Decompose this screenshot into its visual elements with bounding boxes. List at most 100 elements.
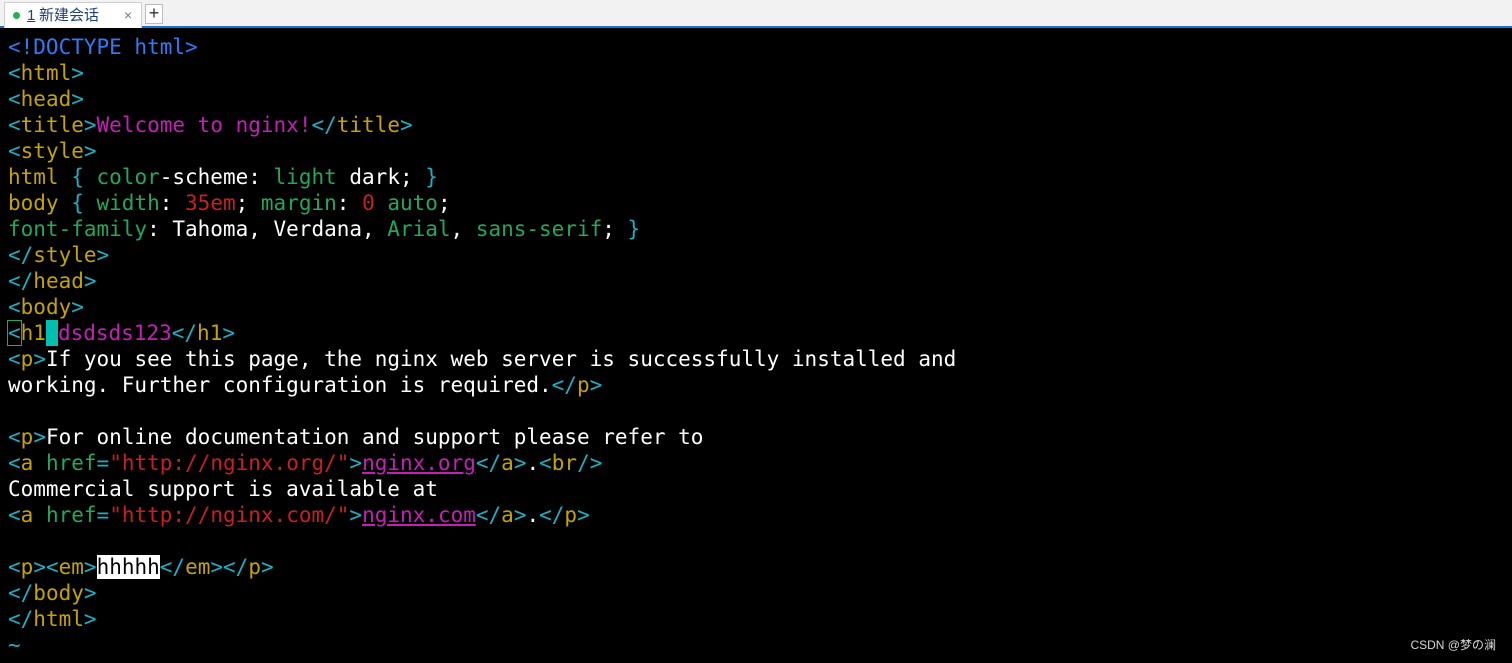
code-token: , bbox=[450, 217, 476, 241]
code-token: > bbox=[33, 425, 46, 449]
code-token: dsdsds123 bbox=[57, 321, 172, 345]
code-token: working. Further configuration is requir… bbox=[8, 373, 552, 397]
code-token: > bbox=[83, 581, 97, 605]
code-token: br bbox=[551, 451, 578, 475]
code-token: } bbox=[425, 165, 438, 189]
code-token: </ bbox=[475, 451, 502, 475]
code-token: </ bbox=[8, 269, 34, 293]
session-tab[interactable]: 1 新建会话 × bbox=[4, 2, 142, 28]
text-cursor bbox=[45, 320, 58, 346]
code-token: light bbox=[273, 165, 337, 189]
code-token: p bbox=[564, 503, 578, 527]
code-line: font-family: Tahoma, Verdana, Arial, san… bbox=[8, 216, 956, 242]
code-token: <!DOCTYPE html> bbox=[8, 35, 198, 59]
code-line: <p>If you see this page, the nginx web s… bbox=[8, 346, 956, 372]
code-token: < bbox=[8, 451, 21, 475]
code-line: </head> bbox=[8, 268, 956, 294]
code-token: href bbox=[45, 451, 97, 475]
code-token: nginx.com bbox=[362, 503, 476, 527]
code-token: = bbox=[96, 503, 110, 527]
code-line: <p><em>hhhhh</em></p> bbox=[8, 554, 956, 580]
code-token: h1 bbox=[197, 321, 223, 345]
code-line: </body> bbox=[8, 580, 956, 606]
code-line: <!DOCTYPE html> bbox=[8, 34, 956, 60]
code-line: <a href="http://nginx.com/">nginx.com</a… bbox=[8, 502, 956, 528]
code-token: ></ bbox=[210, 555, 249, 579]
code-token: p bbox=[20, 555, 34, 579]
code-line: html { color-scheme: light dark; } bbox=[8, 164, 956, 190]
code-lines: <!DOCTYPE html> <html> <head> <title>Welcom… bbox=[7, 34, 956, 658]
code-token: a bbox=[20, 451, 46, 475]
code-token: . bbox=[526, 503, 540, 527]
code-token: < bbox=[539, 451, 552, 475]
code-token: -scheme: bbox=[159, 165, 274, 189]
code-line: working. Further configuration is requir… bbox=[8, 372, 956, 398]
code-token: : bbox=[159, 191, 186, 215]
code-token: p bbox=[20, 425, 34, 449]
terminal-editor[interactable]: <!DOCTYPE html> <html> <head> <title>Welcom… bbox=[0, 28, 1512, 663]
code-line: <html> bbox=[8, 60, 956, 86]
code-token: color bbox=[96, 165, 160, 189]
code-token: "http://nginx.com/" bbox=[109, 503, 350, 527]
code-token: 35em bbox=[185, 191, 236, 215]
code-line: </style> bbox=[8, 242, 956, 268]
code-token: body bbox=[8, 191, 72, 215]
tab-bar: 1 新建会话 × + bbox=[0, 0, 1512, 28]
code-token: > bbox=[260, 555, 274, 579]
code-line: ~ bbox=[8, 632, 956, 658]
code-token: > bbox=[513, 451, 527, 475]
code-token: } bbox=[627, 217, 641, 241]
watermark: CSDN @梦の澜 bbox=[1410, 638, 1496, 652]
code-token: html bbox=[8, 165, 72, 189]
code-token: { bbox=[71, 191, 97, 215]
code-token: > bbox=[71, 295, 84, 319]
code-token: < bbox=[8, 113, 21, 137]
code-line: <a href="http://nginx.org/">nginx.org</a… bbox=[8, 450, 956, 476]
code-token: ; bbox=[235, 191, 261, 215]
code-token: > bbox=[513, 503, 527, 527]
code-line: <style> bbox=[8, 138, 956, 164]
code-token: > bbox=[83, 607, 97, 631]
code-token: </ bbox=[539, 503, 565, 527]
code-token: width bbox=[96, 191, 160, 215]
code-token: style bbox=[33, 243, 97, 267]
close-icon[interactable]: × bbox=[124, 3, 132, 27]
code-token: > bbox=[349, 503, 363, 527]
code-token: href bbox=[45, 503, 97, 527]
code-token: < bbox=[8, 555, 21, 579]
code-token: > bbox=[349, 451, 363, 475]
code-line: </html> bbox=[8, 606, 956, 632]
code-token: < bbox=[8, 347, 21, 371]
code-line: <p>For online documentation and support … bbox=[8, 424, 956, 450]
code-token: > bbox=[222, 321, 235, 345]
code-token: hhhhh bbox=[96, 555, 160, 579]
code-token: </ bbox=[551, 373, 577, 397]
code-token: Arial bbox=[387, 217, 451, 241]
code-token: body bbox=[33, 581, 84, 605]
code-token: Commercial support is available at bbox=[8, 477, 438, 501]
code-token: auto bbox=[387, 191, 438, 215]
code-token: nginx.org bbox=[362, 451, 476, 475]
code-token: head bbox=[33, 269, 84, 293]
new-tab-button[interactable]: + bbox=[145, 4, 163, 24]
code-token: > bbox=[83, 113, 97, 137]
code-token: html bbox=[20, 61, 72, 85]
code-token: > bbox=[399, 113, 413, 137]
code-line: <body> bbox=[8, 294, 956, 320]
code-token: . bbox=[526, 451, 540, 475]
code-token: > bbox=[33, 347, 46, 371]
code-token: html bbox=[33, 607, 84, 631]
code-token: /> bbox=[577, 451, 603, 475]
code-token: : Tahoma, Verdana, bbox=[147, 217, 388, 241]
code-token: head bbox=[20, 87, 72, 111]
connection-status-icon bbox=[13, 12, 20, 19]
code-token: < bbox=[8, 503, 21, 527]
code-token: For online documentation and support ple… bbox=[45, 425, 704, 449]
code-token: < bbox=[8, 61, 21, 85]
code-token: > bbox=[83, 555, 97, 579]
code-token: font-family bbox=[8, 217, 148, 241]
code-token: > bbox=[83, 139, 97, 163]
